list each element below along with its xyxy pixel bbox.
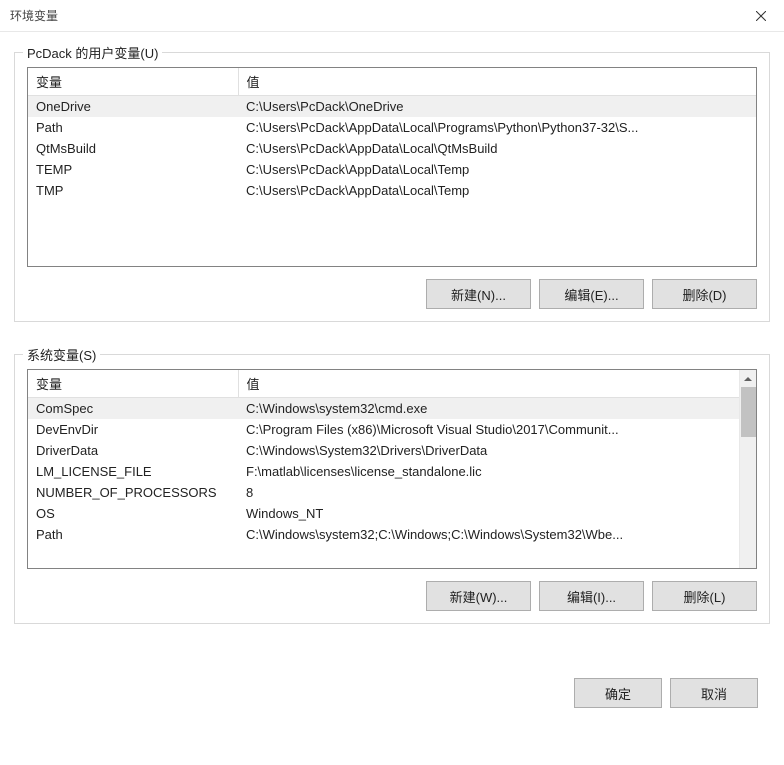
cell-value: C:\Users\PcDack\AppData\Local\Programs\P… — [238, 117, 756, 138]
cell-variable: Path — [28, 524, 238, 545]
table-row[interactable]: OneDrive C:\Users\PcDack\OneDrive — [28, 96, 756, 118]
scroll-up-arrow[interactable] — [740, 370, 756, 387]
cell-variable: NUMBER_OF_PROCESSORS — [28, 482, 238, 503]
table-row[interactable]: DevEnvDir C:\Program Files (x86)\Microso… — [28, 419, 739, 440]
dialog-buttons: 确定 取消 — [0, 666, 784, 720]
system-variables-table[interactable]: 变量 值 ComSpec C:\Windows\system32\cmd.exe… — [28, 370, 739, 545]
cell-value: C:\Windows\system32;C:\Windows;C:\Window… — [238, 524, 739, 545]
cell-variable: TMP — [28, 180, 238, 201]
system-header-value[interactable]: 值 — [238, 370, 739, 398]
cell-variable: TEMP — [28, 159, 238, 180]
system-variables-label: 系统变量(S) — [23, 345, 100, 364]
table-row[interactable]: Path C:\Windows\system32;C:\Windows;C:\W… — [28, 524, 739, 545]
table-row[interactable]: QtMsBuild C:\Users\PcDack\AppData\Local\… — [28, 138, 756, 159]
table-row[interactable]: TMP C:\Users\PcDack\AppData\Local\Temp — [28, 180, 756, 201]
table-row[interactable]: OS Windows_NT — [28, 503, 739, 524]
user-variables-group: PcDack 的用户变量(U) 变量 值 OneDrive C:\Users\P… — [14, 52, 770, 322]
user-variables-table-container: 变量 值 OneDrive C:\Users\PcDack\OneDrive P… — [27, 67, 757, 267]
user-delete-button[interactable]: 删除(D) — [652, 279, 757, 309]
table-row[interactable]: TEMP C:\Users\PcDack\AppData\Local\Temp — [28, 159, 756, 180]
cell-value: Windows_NT — [238, 503, 739, 524]
cell-variable: OS — [28, 503, 238, 524]
table-row[interactable]: ComSpec C:\Windows\system32\cmd.exe — [28, 398, 739, 420]
system-header-variable[interactable]: 变量 — [28, 370, 238, 398]
system-scrollbar[interactable] — [739, 370, 756, 568]
window-title: 环境变量 — [10, 7, 58, 24]
cell-value: C:\Windows\System32\Drivers\DriverData — [238, 440, 739, 461]
chevron-up-icon — [744, 375, 752, 383]
system-edit-button[interactable]: 编辑(I)... — [539, 581, 644, 611]
system-delete-button[interactable]: 删除(L) — [652, 581, 757, 611]
titlebar: 环境变量 — [0, 0, 784, 32]
cancel-button[interactable]: 取消 — [670, 678, 758, 708]
table-row[interactable]: DriverData C:\Windows\System32\Drivers\D… — [28, 440, 739, 461]
cell-value: C:\Users\PcDack\OneDrive — [238, 96, 756, 118]
cell-variable: Path — [28, 117, 238, 138]
ok-button[interactable]: 确定 — [574, 678, 662, 708]
user-new-button[interactable]: 新建(N)... — [426, 279, 531, 309]
cell-value: C:\Program Files (x86)\Microsoft Visual … — [238, 419, 739, 440]
user-buttons-row: 新建(N)... 编辑(E)... 删除(D) — [27, 279, 757, 309]
user-variables-table[interactable]: 变量 值 OneDrive C:\Users\PcDack\OneDrive P… — [28, 68, 756, 201]
user-header-value[interactable]: 值 — [238, 68, 756, 96]
cell-value: 8 — [238, 482, 739, 503]
system-new-button[interactable]: 新建(W)... — [426, 581, 531, 611]
table-row[interactable]: NUMBER_OF_PROCESSORS 8 — [28, 482, 739, 503]
cell-value: C:\Users\PcDack\AppData\Local\Temp — [238, 159, 756, 180]
cell-value: C:\Users\PcDack\AppData\Local\Temp — [238, 180, 756, 201]
cell-variable: DevEnvDir — [28, 419, 238, 440]
cell-variable: QtMsBuild — [28, 138, 238, 159]
table-row[interactable]: Path C:\Users\PcDack\AppData\Local\Progr… — [28, 117, 756, 138]
user-header-variable[interactable]: 变量 — [28, 68, 238, 96]
system-buttons-row: 新建(W)... 编辑(I)... 删除(L) — [27, 581, 757, 611]
close-button[interactable] — [738, 0, 784, 32]
cell-variable: LM_LICENSE_FILE — [28, 461, 238, 482]
table-row[interactable]: LM_LICENSE_FILE F:\matlab\licenses\licen… — [28, 461, 739, 482]
close-icon — [756, 11, 766, 21]
cell-value: F:\matlab\licenses\license_standalone.li… — [238, 461, 739, 482]
user-variables-label: PcDack 的用户变量(U) — [23, 43, 162, 62]
cell-variable: DriverData — [28, 440, 238, 461]
system-variables-group: 系统变量(S) 变量 值 ComSpec C:\Windows\system32… — [14, 354, 770, 624]
cell-variable: ComSpec — [28, 398, 238, 420]
user-edit-button[interactable]: 编辑(E)... — [539, 279, 644, 309]
cell-value: C:\Users\PcDack\AppData\Local\QtMsBuild — [238, 138, 756, 159]
scrollbar-thumb[interactable] — [741, 387, 756, 437]
cell-variable: OneDrive — [28, 96, 238, 118]
system-variables-table-container: 变量 值 ComSpec C:\Windows\system32\cmd.exe… — [27, 369, 757, 569]
cell-value: C:\Windows\system32\cmd.exe — [238, 398, 739, 420]
